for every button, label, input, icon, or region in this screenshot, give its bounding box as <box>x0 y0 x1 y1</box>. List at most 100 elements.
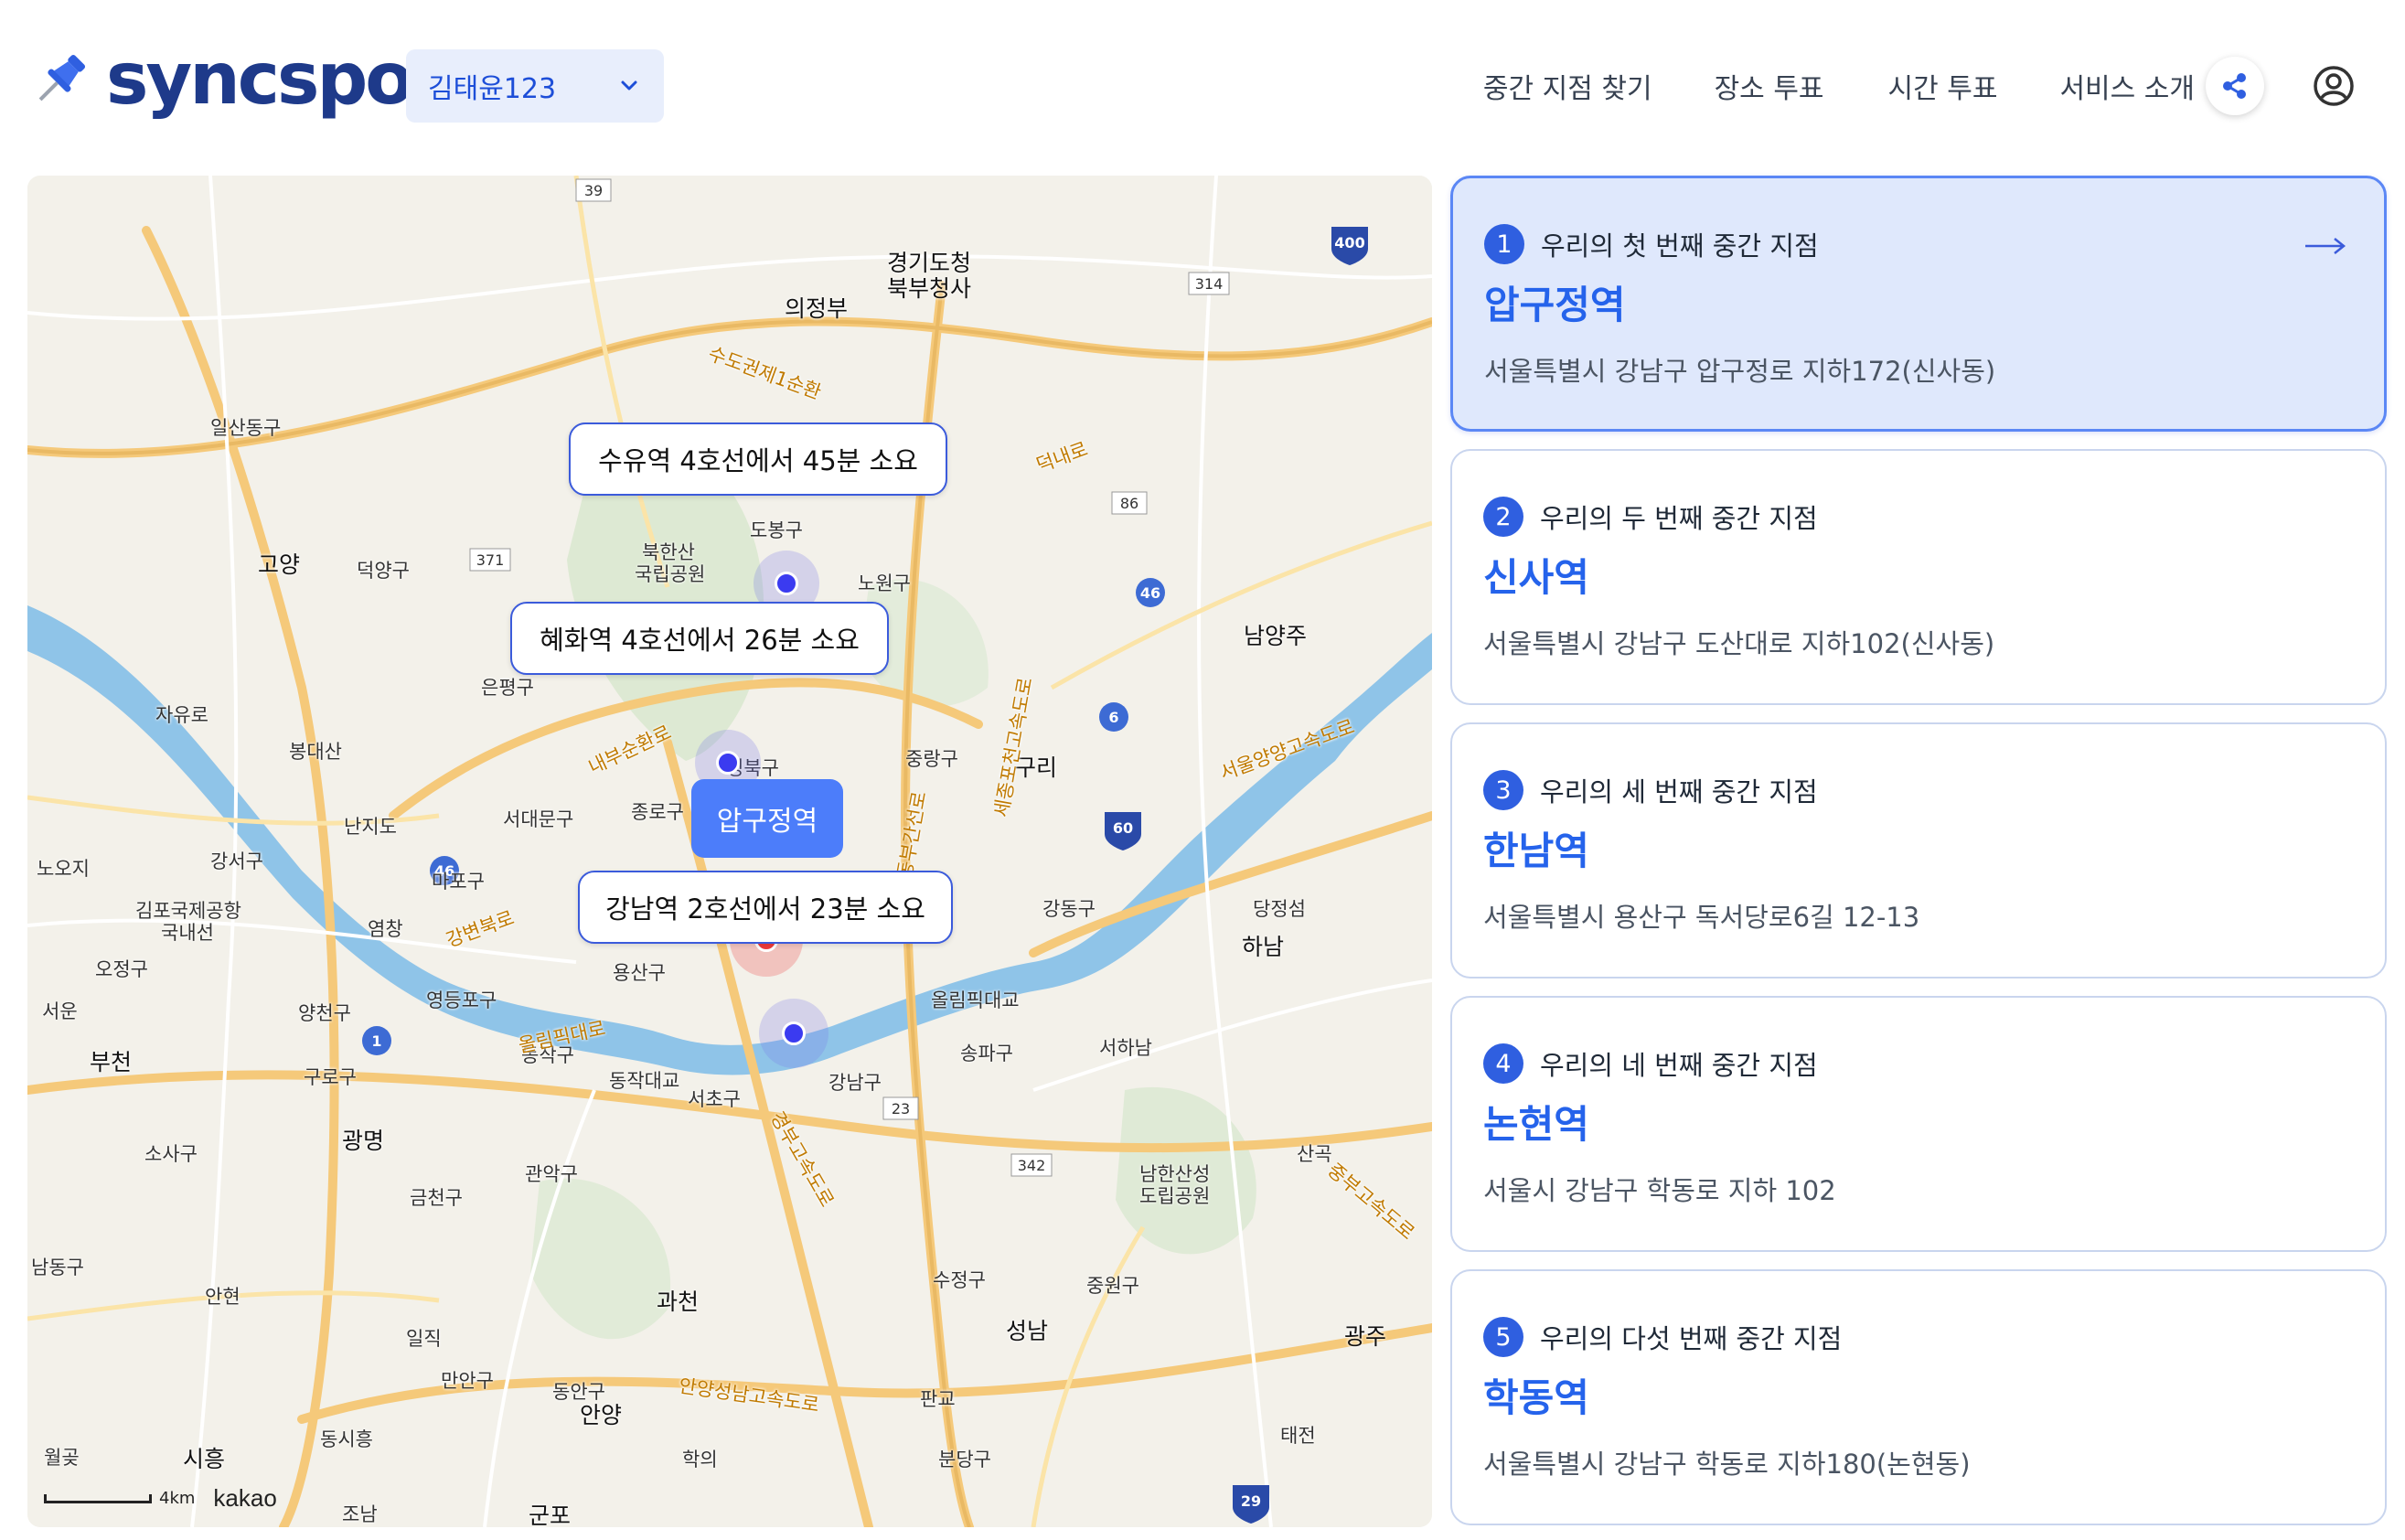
share-button[interactable] <box>2206 57 2264 115</box>
map-place-label: 월곶 <box>44 1447 80 1469</box>
map-place-label: 노원구 <box>858 572 911 594</box>
card-header: 1 우리의 첫 번째 중간 지점 <box>1484 224 2351 264</box>
result-card[interactable]: 2 우리의 두 번째 중간 지점 신사역 서울특별시 강남구 도산대로 지하10… <box>1450 449 2387 705</box>
map-place-label: 시흥 <box>183 1446 226 1472</box>
map-place-label: 중랑구 <box>905 748 958 770</box>
map-place-label: 봉대산 <box>289 741 342 763</box>
map-place-label: 중원구 <box>1086 1275 1139 1297</box>
scale-bar <box>44 1493 152 1503</box>
map-place-label: 국내선 <box>161 922 214 944</box>
map-place-label: 성남 <box>1006 1318 1049 1344</box>
svg-text:400: 400 <box>1334 234 1364 251</box>
route-tooltip-hyehwa: 혜화역 4호선에서 26분 소요 <box>510 602 889 675</box>
map-place-label: 안양 <box>580 1402 623 1428</box>
svg-text:39: 39 <box>584 182 603 199</box>
station-name: 한남역 <box>1483 829 1589 873</box>
scale-text: 4km <box>159 1489 196 1508</box>
card-header: 5 우리의 다섯 번째 중간 지점 <box>1483 1317 2352 1357</box>
svg-text:23: 23 <box>892 1100 910 1118</box>
map-place-label: 오정구 <box>95 958 148 980</box>
user-circle-icon <box>2314 66 2354 106</box>
result-card[interactable]: 1 우리의 첫 번째 중간 지점 압구정역 서울특별시 강남구 압구정로 지하1… <box>1450 176 2387 432</box>
map-place-label: 남양주 <box>1244 623 1308 649</box>
rank-badge: 2 <box>1483 497 1523 537</box>
nav-place-vote[interactable]: 장소 투표 <box>1715 66 1824 106</box>
rank-badge: 1 <box>1484 224 1524 264</box>
pushpin-icon <box>38 54 86 102</box>
svg-text:1: 1 <box>371 1032 381 1050</box>
result-card[interactable]: 3 우리의 세 번째 중간 지점 한남역 서울특별시 용산구 독서당로6길 12… <box>1450 722 2387 979</box>
map-place-label: 덕양구 <box>357 560 410 582</box>
map-place-label: 동시흥 <box>320 1428 373 1450</box>
logo-text: syncspot <box>106 38 445 121</box>
result-card[interactable]: 5 우리의 다섯 번째 중간 지점 학동역 서울특별시 강남구 학동로 지하18… <box>1450 1269 2387 1525</box>
map-place-label: 당정섬 <box>1253 898 1306 920</box>
map-place-label: 학의 <box>682 1449 718 1470</box>
map-place-label: 일직 <box>406 1328 442 1350</box>
map-place-label: 용산구 <box>613 962 666 984</box>
svg-text:342: 342 <box>1018 1157 1046 1174</box>
map-place-label: 수정구 <box>933 1269 986 1291</box>
svg-text:60: 60 <box>1113 819 1133 837</box>
card-subtitle: 우리의 세 번째 중간 지점 <box>1540 776 1818 807</box>
station-name: 압구정역 <box>1484 283 1626 327</box>
map-place-label: 소사구 <box>144 1143 198 1165</box>
marker-dot <box>716 751 740 775</box>
card-subtitle: 우리의 다섯 번째 중간 지점 <box>1540 1323 1843 1354</box>
map-attribution: kakao <box>213 1484 277 1512</box>
map-place-label: 자유로 <box>155 704 208 726</box>
svg-text:6: 6 <box>1108 709 1118 726</box>
nav-service-intro[interactable]: 서비스 소개 <box>2059 66 2195 106</box>
map-place-label: 동작대교 <box>609 1070 680 1092</box>
user-profile-button[interactable] <box>2304 57 2363 115</box>
svg-text:371: 371 <box>476 551 505 569</box>
map-place-label: 과천 <box>657 1289 700 1315</box>
rank-badge: 4 <box>1483 1043 1523 1084</box>
user-select-dropdown[interactable]: 김태윤123 <box>406 49 664 123</box>
logo[interactable]: syncspot <box>27 38 445 121</box>
station-address: 서울특별시 강남구 도산대로 지하102(신사동) <box>1483 628 1995 660</box>
map-place-label: 강동구 <box>1042 898 1096 920</box>
map-place-label: 강남구 <box>828 1072 882 1094</box>
map-place-label: 강서구 <box>210 850 263 872</box>
card-header: 4 우리의 네 번째 중간 지점 <box>1483 1043 2352 1084</box>
map-place-label: 구로구 <box>304 1066 357 1088</box>
card-subtitle: 우리의 첫 번째 중간 지점 <box>1541 230 1819 262</box>
map-place-label: 송파구 <box>960 1043 1013 1064</box>
svg-text:46: 46 <box>1140 584 1160 602</box>
map-place-label: 산곡 <box>1297 1143 1332 1165</box>
result-card[interactable]: 4 우리의 네 번째 중간 지점 논현역 서울시 강남구 학동로 지하 102 <box>1450 996 2387 1252</box>
app-header: syncspot 김태윤123 중간 지점 찾기 장소 투표 시간 투표 서비스… <box>0 0 2405 174</box>
map-place-label: 군포 <box>529 1503 572 1527</box>
marker-dot <box>775 572 798 595</box>
origin-marker-gangnam[interactable] <box>759 999 828 1068</box>
map-view[interactable]: 400 60 29 46 6 1 46 39 314 86 371 23 342… <box>27 176 1432 1527</box>
svg-text:314: 314 <box>1195 275 1224 293</box>
map-place-label: 남동구 <box>31 1257 84 1278</box>
station-address: 서울특별시 강남구 학동로 지하180(논현동) <box>1483 1449 1971 1481</box>
station-address: 서울특별시 용산구 독서당로6길 12-13 <box>1483 902 1920 934</box>
map-place-label: 관악구 <box>525 1163 578 1185</box>
nav-time-vote[interactable]: 시간 투표 <box>1888 66 1998 106</box>
chevron-down-icon <box>621 80 637 91</box>
map-place-label: 서운 <box>42 1000 78 1022</box>
map-place-label: 도봉구 <box>750 519 803 541</box>
card-subtitle: 우리의 네 번째 중간 지점 <box>1540 1050 1818 1081</box>
map-place-label: 하남 <box>1242 934 1285 960</box>
map-place-label: 안현 <box>205 1286 240 1308</box>
midpoint-label[interactable]: 압구정역 <box>691 779 843 858</box>
map-place-label: 금천구 <box>410 1187 463 1209</box>
rank-badge: 3 <box>1483 770 1523 810</box>
map-place-label: 광주 <box>1344 1323 1387 1350</box>
map-place-label: 조남 <box>342 1503 378 1525</box>
map-place-label: 부천 <box>90 1049 133 1075</box>
map-place-label: 분당구 <box>938 1449 991 1470</box>
nav-find-midpoint[interactable]: 중간 지점 찾기 <box>1483 66 1652 106</box>
arrow-right-icon[interactable] <box>2303 235 2347 257</box>
station-name: 논현역 <box>1483 1102 1589 1147</box>
map-place-label: 일산동구 <box>210 417 282 439</box>
station-address: 서울특별시 강남구 압구정로 지하172(신사동) <box>1484 356 1996 388</box>
map-place-label: 서대문구 <box>503 808 574 830</box>
map-place-label: 영등포구 <box>426 989 497 1011</box>
map-place-label: 국립공원 <box>635 563 706 585</box>
